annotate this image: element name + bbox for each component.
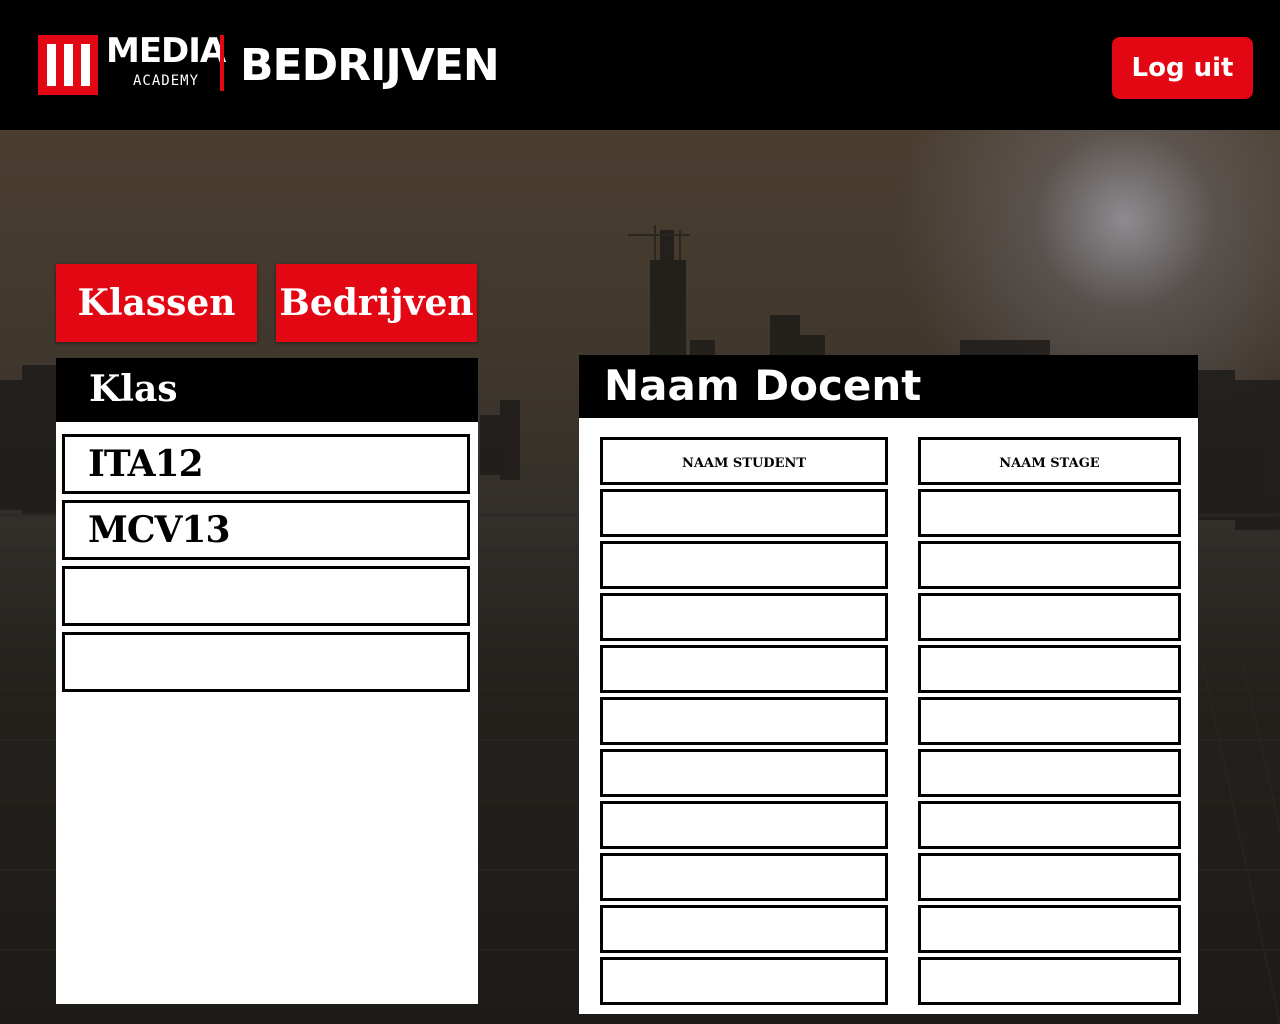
stage-cell[interactable] — [918, 957, 1181, 1005]
student-cell[interactable] — [600, 541, 888, 589]
student-column-header: NAAM STUDENT — [600, 437, 888, 485]
docent-panel-header: Naam Docent — [579, 355, 1198, 418]
logo-divider — [220, 35, 224, 91]
docent-panel-title: Naam Docent — [604, 361, 922, 410]
page-title: BEDRIJVEN — [240, 40, 500, 91]
logo-text: MEDIA — [106, 31, 226, 71]
student-cell[interactable] — [600, 801, 888, 849]
stage-cell[interactable] — [918, 905, 1181, 953]
stage-column: NAAM STAGE — [918, 437, 1181, 1009]
student-cell[interactable] — [600, 697, 888, 745]
student-header-label: NAAM STUDENT — [681, 456, 807, 471]
stage-cell[interactable] — [918, 853, 1181, 901]
klas-panel-title: Klas — [89, 368, 178, 410]
stage-cell[interactable] — [918, 697, 1181, 745]
stage-cell[interactable] — [918, 749, 1181, 797]
logo-subtext: ACADEMY — [133, 73, 200, 89]
stage-cell[interactable] — [918, 645, 1181, 693]
docent-panel: Naam Docent NAAM STUDENT NAAM STAGE — [579, 355, 1198, 1014]
logo-mark-icon — [38, 35, 98, 95]
student-cell[interactable] — [600, 957, 888, 1005]
student-column: NAAM STUDENT — [600, 437, 888, 1009]
logout-button[interactable]: Log uit — [1112, 37, 1253, 99]
klas-list: ITA12 MCV13 — [62, 434, 470, 698]
klassen-button[interactable]: Klassen — [56, 264, 257, 342]
student-cell[interactable] — [600, 489, 888, 537]
stage-cell[interactable] — [918, 489, 1181, 537]
media-academy-logo[interactable]: MEDIA ACADEMY — [38, 31, 228, 95]
top-header: MEDIA ACADEMY BEDRIJVEN Log uit — [0, 0, 1280, 130]
klas-panel-header: Klas — [56, 358, 478, 422]
student-cell[interactable] — [600, 749, 888, 797]
stage-cell[interactable] — [918, 801, 1181, 849]
student-cell[interactable] — [600, 853, 888, 901]
klas-list-item[interactable] — [62, 566, 470, 626]
klas-list-item[interactable]: MCV13 — [62, 500, 470, 560]
student-cell[interactable] — [600, 905, 888, 953]
stage-header-label: NAAM STAGE — [999, 456, 1100, 471]
student-cell[interactable] — [600, 645, 888, 693]
klas-item-label: ITA12 — [88, 443, 204, 485]
stage-cell[interactable] — [918, 541, 1181, 589]
klas-item-label: MCV13 — [88, 509, 231, 551]
klas-panel: Klas ITA12 MCV13 — [56, 358, 478, 1004]
stage-column-header: NAAM STAGE — [918, 437, 1181, 485]
bedrijven-button[interactable]: Bedrijven — [276, 264, 477, 342]
klas-list-item[interactable]: ITA12 — [62, 434, 470, 494]
stage-cell[interactable] — [918, 593, 1181, 641]
student-cell[interactable] — [600, 593, 888, 641]
klas-list-item[interactable] — [62, 632, 470, 692]
